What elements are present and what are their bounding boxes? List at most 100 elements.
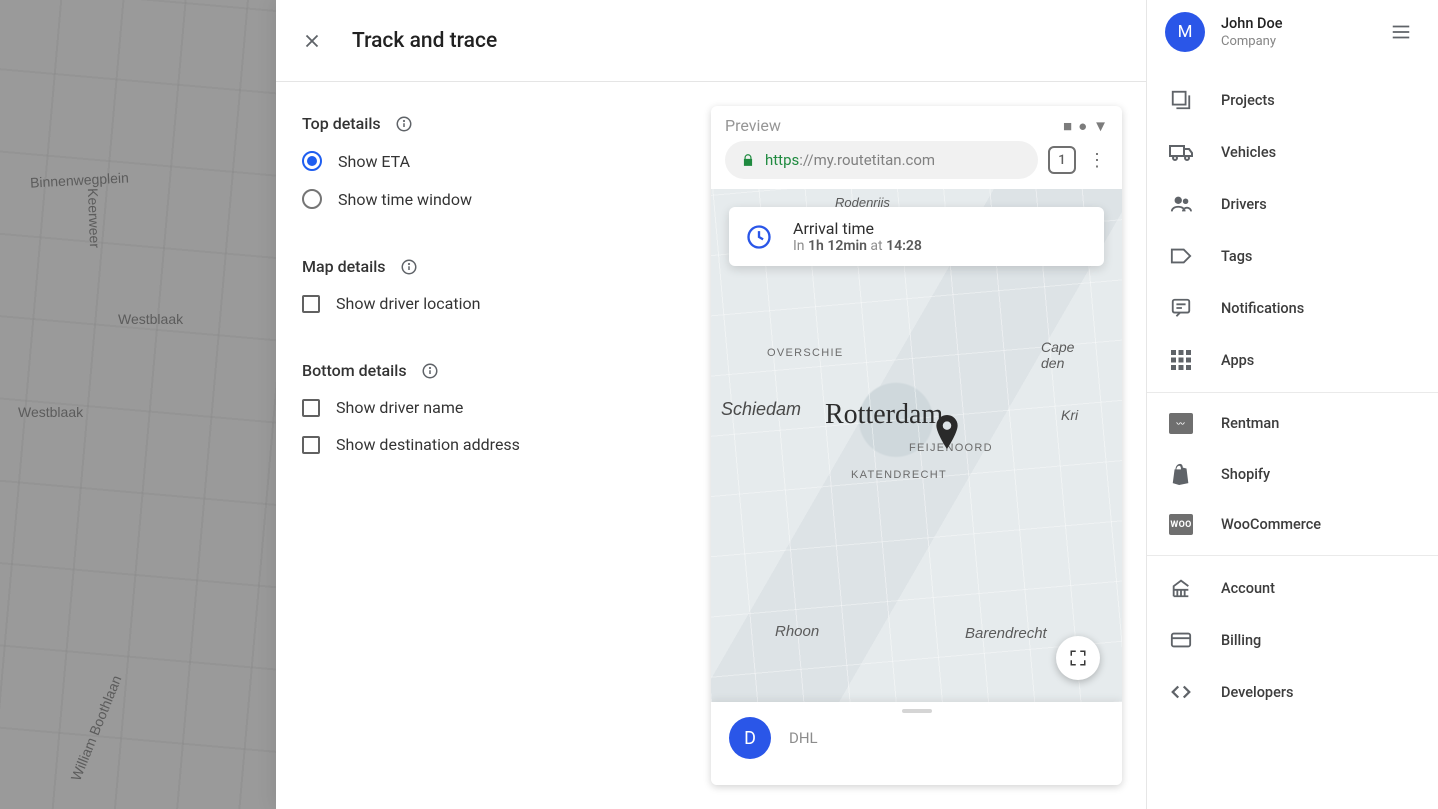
section-title-label: Bottom details [302,361,407,380]
sidebar-item-label: Rentman [1221,415,1279,432]
device-caret-icon[interactable]: ▼ [1093,117,1108,135]
option-label: Show time window [338,190,472,209]
user-avatar[interactable]: M [1165,12,1205,52]
sidebar-item-account[interactable]: Account [1147,562,1438,614]
option-label: Show driver name [336,398,463,417]
developers-icon [1169,680,1193,704]
section-title-label: Top details [302,114,381,133]
preview-label: Preview [725,116,781,135]
fullscreen-icon [1069,649,1087,667]
preview-bottom-sheet[interactable]: D DHL [711,702,1122,785]
sidebar-item-label: Vehicles [1221,144,1276,161]
option-show-driver-name[interactable]: Show driver name [302,398,685,417]
section-title-bottom-details: Bottom details [302,361,685,380]
user-name: John Doe [1221,15,1282,32]
fullscreen-button[interactable] [1056,636,1100,680]
preview-column: Preview ■ ● ▼ https [711,82,1146,809]
track-and-trace-panel: Track and trace Top details Show ETA Sho… [276,0,1146,809]
sidebar-item-billing[interactable]: Billing [1147,614,1438,666]
eta-card: Arrival time In 1h 12min at 14:28 [729,207,1104,266]
tags-icon [1169,244,1193,268]
map-area-label: Kri [1061,407,1078,423]
sidebar-item-woocommerce[interactable]: WOO WooCommerce [1147,500,1438,549]
sidebar-item-label: Billing [1221,632,1261,649]
eta-subtitle: In 1h 12min at 14:28 [793,238,922,254]
sidebar-item-label: WooCommerce [1221,516,1321,533]
drag-handle-icon[interactable] [902,709,932,713]
account-icon [1169,576,1193,600]
divider [1147,392,1438,393]
sidebar-item-label: Tags [1221,248,1252,265]
sidebar-item-label: Projects [1221,92,1275,109]
url-sep: :// [799,151,813,169]
section-title-label: Map details [302,257,386,276]
checkbox-icon [302,295,320,313]
close-button[interactable] [292,21,332,61]
sidebar-item-notifications[interactable]: Notifications [1147,282,1438,334]
sidebar-item-tags[interactable]: Tags [1147,230,1438,282]
sidebar-item-label: Drivers [1221,196,1267,213]
divider [1147,555,1438,556]
map-area-label: OVERSCHIE [767,347,844,359]
option-show-destination-address[interactable]: Show destination address [302,435,685,454]
option-label: Show ETA [338,152,410,171]
clock-icon [745,223,773,251]
apps-icon [1169,348,1193,372]
section-title-map-details: Map details [302,257,685,276]
sidebar-item-developers[interactable]: Developers [1147,666,1438,718]
map-area-label: Capeden [1041,339,1074,371]
sidebar-item-label: Apps [1221,352,1254,369]
device-selector: ■ ● ▼ [1063,117,1108,135]
sidebar-item-drivers[interactable]: Drivers [1147,178,1438,230]
radio-icon [302,151,322,171]
url-bar[interactable]: https://my.routetitan.com [725,141,1038,179]
option-show-eta[interactable]: Show ETA [302,151,685,171]
device-phone-icon[interactable]: ● [1078,117,1087,135]
vehicles-icon [1169,140,1193,164]
sidebar-item-apps[interactable]: Apps [1147,334,1438,386]
info-icon[interactable] [395,115,413,133]
url-scheme: https [765,151,799,169]
preview-card: Preview ■ ● ▼ https [711,106,1122,785]
carrier-name: DHL [789,729,818,747]
checkbox-icon [302,436,320,454]
info-icon[interactable] [400,258,418,276]
hamburger-icon [1390,21,1412,43]
sidebar-item-label: Account [1221,580,1275,597]
sidebar-item-label: Developers [1221,684,1293,701]
section-title-top-details: Top details [302,114,685,133]
eta-title: Arrival time [793,219,922,238]
sidebar-item-vehicles[interactable]: Vehicles [1147,126,1438,178]
tab-count[interactable]: 1 [1048,146,1076,174]
map-area-label: Barendrecht [965,625,1047,642]
sidebar-item-shopify[interactable]: Shopify [1147,448,1438,500]
info-icon[interactable] [421,362,439,380]
url-host: my.routetitan.com [814,151,935,169]
panel-header: Track and trace [276,0,1146,82]
woocommerce-icon: WOO [1169,514,1193,535]
notifications-icon [1169,296,1193,320]
global-sidebar: M John Doe Company Projects Vehicles Dri… [1146,0,1438,809]
drivers-icon [1169,192,1193,216]
projects-icon [1169,88,1193,112]
preview-top-bar: Preview ■ ● ▼ https [711,106,1122,189]
device-tablet-icon[interactable]: ■ [1063,117,1072,135]
map-area-label: Schiedam [721,399,801,420]
hamburger-button[interactable] [1382,13,1420,51]
sidebar-item-projects[interactable]: Projects [1147,74,1438,126]
option-show-time-window[interactable]: Show time window [302,189,685,209]
lock-icon [741,153,755,167]
panel-title: Track and trace [352,29,497,53]
option-label: Show driver location [336,294,480,313]
map-area-label: Rhoon [775,623,819,640]
option-show-driver-location[interactable]: Show driver location [302,294,685,313]
radio-icon [302,189,322,209]
user-company: Company [1221,34,1282,49]
close-icon [301,30,323,52]
more-icon[interactable]: ⋮ [1086,150,1108,171]
sidebar-item-label: Notifications [1221,300,1304,317]
option-label: Show destination address [336,435,520,454]
sidebar-item-label: Shopify [1221,466,1270,483]
sidebar-item-rentman[interactable]: 〰 Rentman [1147,399,1438,448]
checkbox-icon [302,399,320,417]
